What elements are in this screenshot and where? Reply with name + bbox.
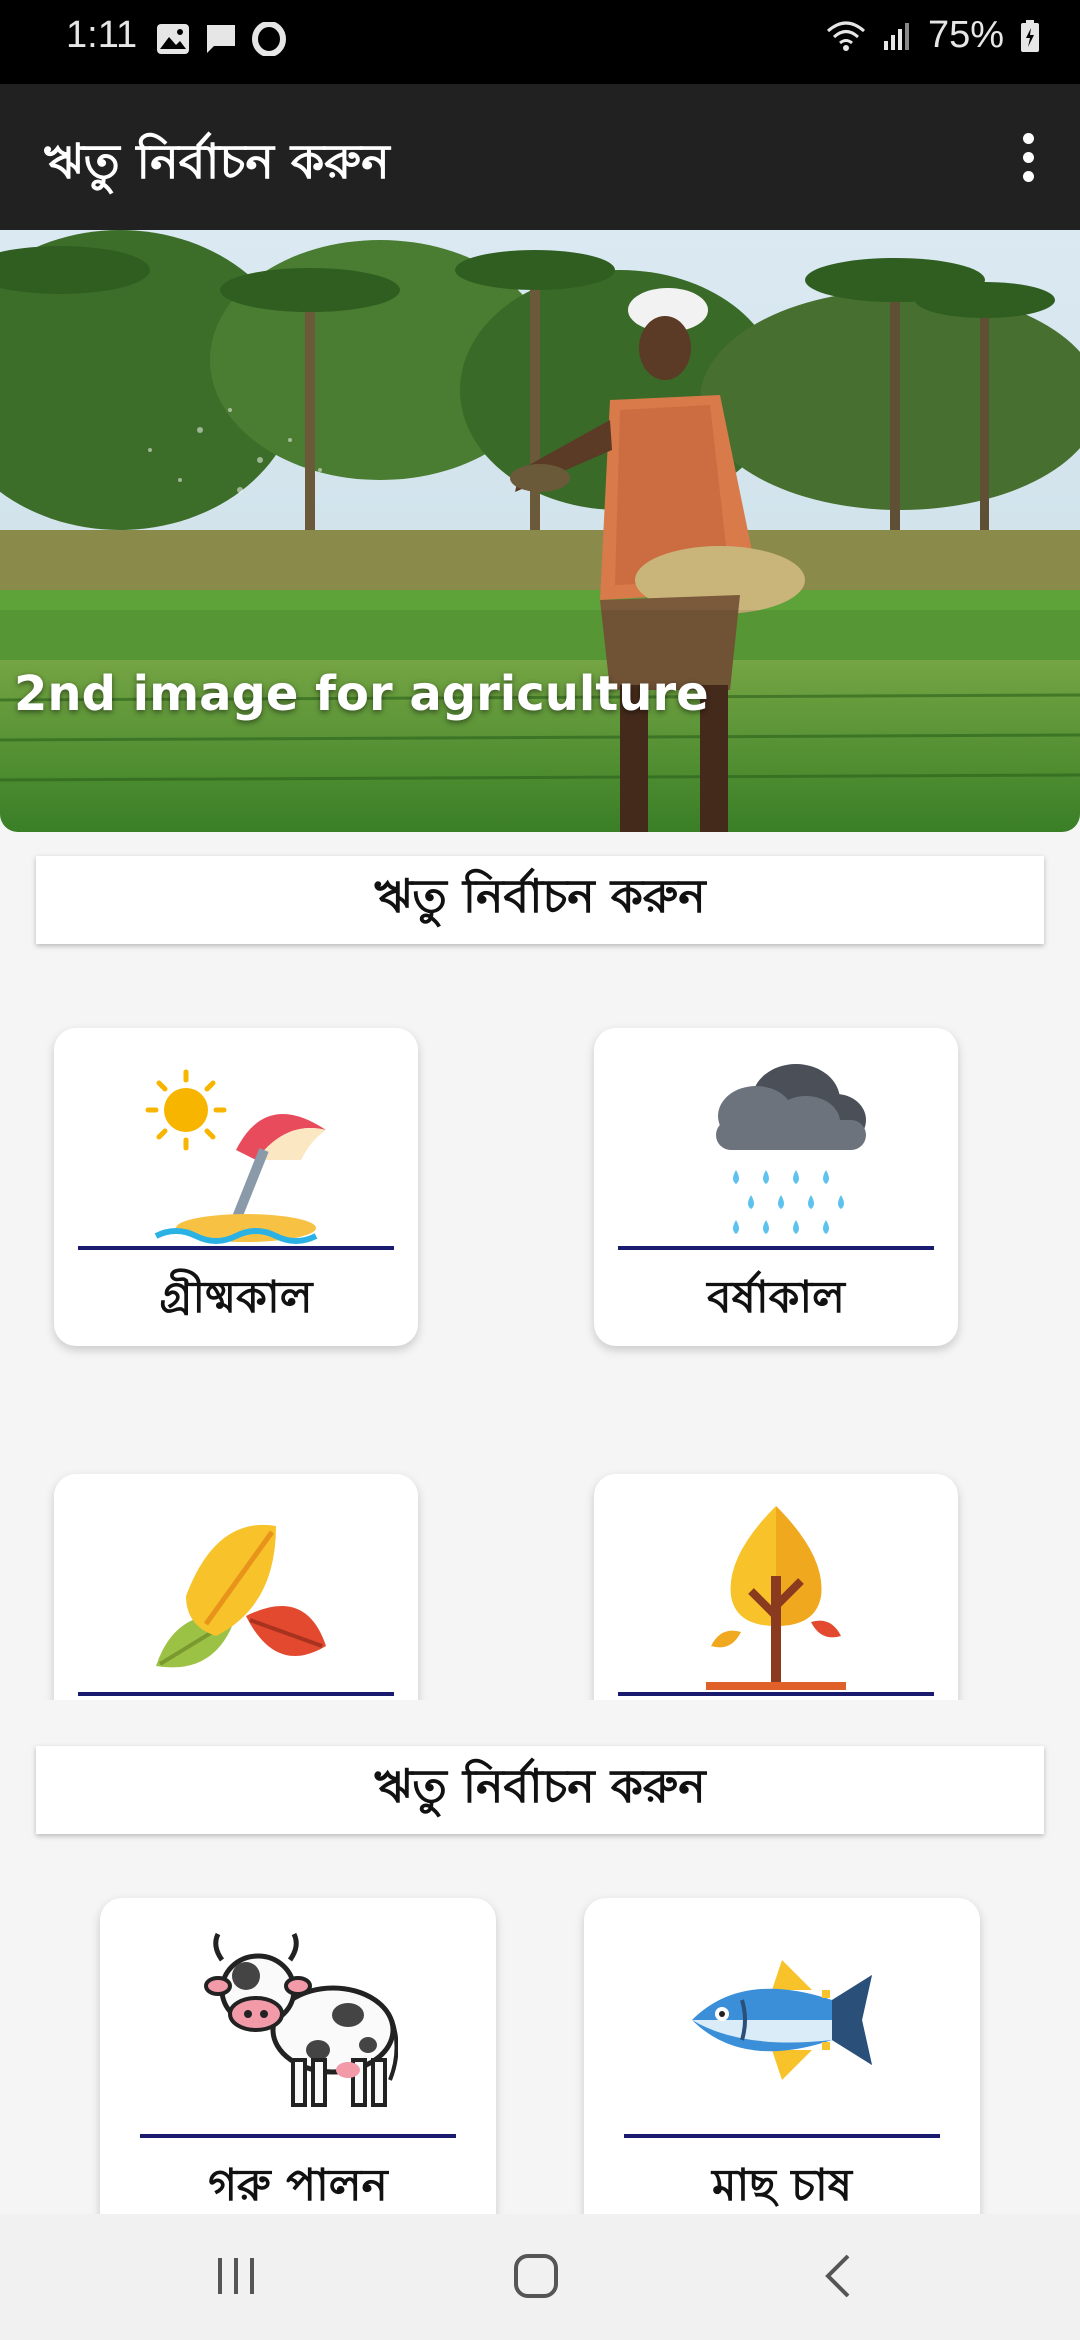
recents-button[interactable] [176,2236,296,2316]
image-carousel[interactable]: 2nd image for agriculture [0,230,1080,832]
status-notification-icons [156,22,286,56]
card-divider [618,1246,934,1250]
card-divider [78,1692,394,1696]
signal-icon [883,22,909,50]
app-title: ঋতু নির্বাচন করুন [44,134,390,190]
overflow-dot-icon [1022,170,1034,182]
status-bar: 1:11 75% [0,0,1080,84]
app-bar: ঋতু নির্বাচন করুন [0,84,1080,230]
home-button[interactable] [476,2236,596,2316]
banner-image [0,230,1080,832]
status-system-icons: 75% [826,14,1040,57]
cow-icon [204,1932,398,2107]
activity-card-cattle[interactable]: গরু পালন [100,1898,496,2238]
season-section-header: ঋতু নির্বাচন করুন [36,856,1044,944]
recents-icon [218,2258,254,2294]
overflow-dot-icon [1022,151,1034,163]
season-grid[interactable]: গ্রীষ্মকাল বর্ষাকাল [0,1000,1080,1700]
system-navigation-bar [0,2214,1080,2340]
rain-cloud-icon [716,1064,866,1234]
card-divider [78,1246,394,1250]
image-icon [157,24,189,54]
wifi-icon [826,21,865,51]
season-card-summer[interactable]: গ্রীষ্মকাল [54,1028,418,1346]
home-icon [514,2254,558,2298]
battery-percent: 75% [927,14,1004,56]
activity-card-fish-farming[interactable]: মাছ চাষ [584,1898,980,2238]
overflow-menu-button[interactable] [1000,122,1056,192]
autumn-leaves-icon [156,1524,326,1668]
season-card-autumn[interactable] [54,1474,418,1700]
status-time: 1:11 [66,14,138,56]
card-divider [140,2134,456,2138]
fish-icon [692,1960,872,2080]
season-card-late-autumn[interactable] [594,1474,958,1700]
season-card-rainy[interactable]: বর্ষাকাল [594,1028,958,1346]
battery-icon [1021,19,1039,52]
opera-icon [252,22,286,56]
season-label: গ্রীষ্মকাল [159,1272,313,1323]
card-divider [624,2134,940,2138]
card-divider [618,1692,934,1696]
overflow-dot-icon [1022,132,1034,144]
livestock-section-header: ঋতু নির্বাচন করুন [36,1746,1044,1834]
banner-caption: 2nd image for agriculture [14,666,709,722]
back-button[interactable] [778,2236,898,2316]
beach-umbrella-icon [145,1069,326,1244]
message-icon [207,25,235,53]
back-icon [825,2254,850,2298]
season-label: বর্ষাকাল [707,1272,845,1323]
autumn-tree-icon [706,1506,846,1690]
